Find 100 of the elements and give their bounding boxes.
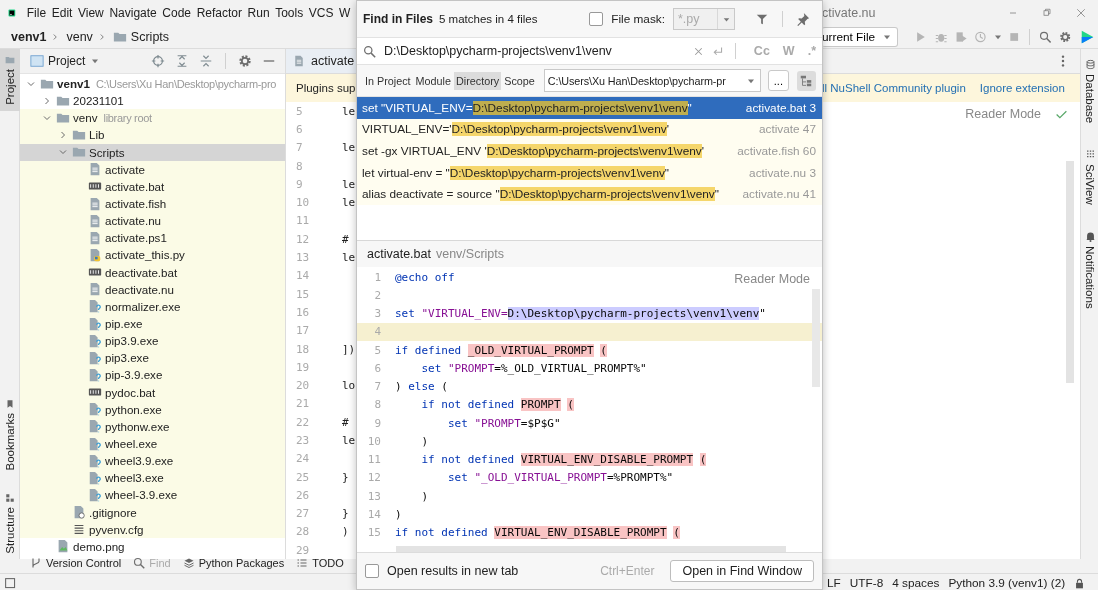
checkbox[interactable] bbox=[589, 12, 604, 26]
menu-item[interactable]: VCS bbox=[308, 6, 334, 20]
tool-window-tab[interactable]: Bookmarks bbox=[0, 393, 20, 477]
match-count: 5 matches in 4 files bbox=[439, 13, 538, 25]
search-icon[interactable] bbox=[1039, 30, 1052, 44]
file-icon bbox=[88, 162, 102, 177]
line-number: 9 bbox=[373, 416, 381, 430]
line-number: 11 bbox=[366, 453, 381, 467]
tool-window-button[interactable]: TODO bbox=[296, 557, 344, 569]
menu-item[interactable]: Code bbox=[162, 6, 192, 20]
coverage-icon[interactable] bbox=[954, 30, 968, 44]
pin-icon[interactable] bbox=[796, 12, 810, 26]
file-name: activate bbox=[105, 162, 145, 176]
panel-title[interactable]: Project bbox=[48, 54, 86, 68]
filter-icon[interactable] bbox=[755, 12, 769, 26]
line-number: 25 bbox=[295, 470, 311, 484]
reader-mode-link[interactable]: Reader Mode bbox=[965, 107, 1041, 121]
collapse-all-icon[interactable] bbox=[199, 54, 213, 68]
status-item[interactable]: 4 spaces bbox=[892, 576, 940, 590]
tree-item[interactable]: pip3.9.exe bbox=[20, 332, 285, 350]
checkbox[interactable] bbox=[365, 564, 379, 578]
run-icon[interactable] bbox=[914, 30, 927, 44]
locate-icon[interactable] bbox=[151, 54, 165, 68]
file-name: Lib bbox=[89, 128, 105, 142]
tree-item[interactable]: venv1 C:\Users\Xu Han\Desktop\pycharm-pro bbox=[20, 75, 285, 93]
scope-tab[interactable]: Scope bbox=[502, 71, 537, 90]
tool-window-button[interactable]: Version Control bbox=[30, 557, 122, 569]
tool-window-tab[interactable]: Structure bbox=[0, 486, 20, 560]
code-line: ]) bbox=[342, 342, 356, 356]
tree-item[interactable]: venv library root bbox=[20, 109, 285, 127]
tree-item[interactable]: wheel3.exe bbox=[20, 469, 285, 487]
tree-item[interactable]: Lib bbox=[20, 126, 285, 144]
menu-item[interactable]: File bbox=[26, 6, 47, 20]
menu-item[interactable]: Navigate bbox=[109, 6, 157, 20]
notice-link[interactable]: Ignore extension bbox=[979, 82, 1065, 94]
restore-icon[interactable] bbox=[1041, 7, 1053, 19]
browse-button[interactable]: ... bbox=[768, 70, 789, 91]
tool-window-tab[interactable]: Notifications bbox=[1081, 224, 1098, 315]
scope-tab[interactable]: Module bbox=[413, 71, 454, 90]
menu-item[interactable]: Edit bbox=[51, 6, 73, 20]
expand-all-icon[interactable] bbox=[175, 54, 189, 68]
tool-window-tab[interactable]: SciView bbox=[1081, 143, 1098, 211]
result-row[interactable]: set "VIRTUAL_ENV=D:\Desktop\pycharm-projects\venv1\venv" activate.bat 3 bbox=[357, 97, 822, 119]
breadcrumb-item[interactable]: venv bbox=[66, 30, 93, 44]
menu-item[interactable]: Refactor bbox=[196, 6, 242, 20]
notice-link[interactable]: ll NuShell Community plugin bbox=[822, 82, 966, 94]
tree-item[interactable]: wheel3.9.exe bbox=[20, 452, 285, 470]
toolbox-logo[interactable] bbox=[1079, 29, 1094, 45]
settings-icon[interactable] bbox=[1059, 30, 1072, 44]
file-name: pip3.9.exe bbox=[105, 334, 159, 348]
tree-item[interactable]: pip3.exe bbox=[20, 349, 285, 367]
breadcrumb-item[interactable]: Scripts bbox=[130, 30, 170, 44]
breadcrumb-item[interactable]: venv1 bbox=[11, 30, 47, 44]
search-icon[interactable] bbox=[363, 44, 376, 58]
status-item[interactable]: UTF-8 bbox=[849, 576, 884, 590]
file-name: activate_this.py bbox=[105, 248, 185, 262]
scrollbar[interactable] bbox=[812, 289, 820, 387]
scrollbar[interactable] bbox=[396, 546, 786, 552]
run-configuration-dropdown[interactable]: urrent File bbox=[822, 27, 899, 47]
tree-item[interactable]: activate_this.py bbox=[20, 246, 285, 264]
menu-item[interactable]: View bbox=[78, 6, 104, 20]
recursive-toggle[interactable] bbox=[796, 70, 816, 91]
line-number: 28 bbox=[295, 525, 311, 539]
line-number: 12 bbox=[295, 232, 311, 246]
tree-item[interactable]: activate.ps1 bbox=[20, 229, 285, 247]
tree-item[interactable]: activate.nu bbox=[20, 212, 285, 230]
settings-icon[interactable] bbox=[238, 54, 252, 68]
tree-item[interactable]: wheel-3.9.exe bbox=[20, 486, 285, 504]
file-name: pyvenv.cfg bbox=[89, 522, 144, 536]
scope-tab[interactable]: Directory bbox=[454, 71, 502, 90]
tool-window-tab[interactable]: Project bbox=[0, 49, 20, 111]
editor-tab[interactable]: activate bbox=[286, 49, 356, 73]
reader-mode-link[interactable]: Reader Mode bbox=[734, 272, 810, 286]
scope-tab[interactable]: In Project bbox=[363, 71, 413, 90]
result-row[interactable]: VIRTUAL_ENV='D:\Desktop\pycharm-projects\venv1\venv' activate 47 bbox=[357, 118, 822, 141]
code-line: # bbox=[342, 232, 349, 246]
window-title: ctivate.nu bbox=[822, 6, 876, 20]
tool-window-button[interactable]: Python Packages bbox=[182, 557, 285, 569]
close-icon[interactable] bbox=[1075, 7, 1087, 19]
clock-icon[interactable] bbox=[975, 30, 988, 44]
status-item[interactable]: Python 3.9 (venv1) (2) bbox=[948, 576, 1066, 590]
menu-item[interactable]: Tools bbox=[275, 6, 304, 20]
menu-item[interactable]: Run bbox=[247, 6, 270, 20]
directory-field[interactable]: C:\Users\Xu Han\Desktop\pycharm-pr bbox=[543, 69, 762, 92]
open-in-find-window-button[interactable]: Open in Find Window bbox=[670, 560, 814, 582]
status-item[interactable]: LF bbox=[827, 576, 841, 590]
tree-item[interactable]: 20231101 bbox=[20, 92, 285, 110]
file-name: wheel-3.9.exe bbox=[105, 488, 178, 502]
tree-item[interactable]: pip-3.9.exe bbox=[20, 366, 285, 384]
panel-toggle-icon[interactable] bbox=[4, 576, 17, 590]
menu-item[interactable]: W bbox=[339, 6, 351, 20]
scrollbar[interactable] bbox=[1066, 161, 1074, 383]
line-number: 23 bbox=[295, 434, 311, 447]
lock-icon[interactable] bbox=[1074, 577, 1086, 589]
file-name: venv1 bbox=[57, 77, 90, 91]
tree-item[interactable]: demo.png bbox=[20, 537, 285, 555]
tool-window-tab[interactable]: Database bbox=[1081, 53, 1098, 130]
stop-icon[interactable] bbox=[1007, 30, 1021, 44]
line-number: 15 bbox=[366, 526, 381, 540]
search-field[interactable]: D:\Desktop\pycharm-projects\venv1\venv bbox=[384, 44, 612, 58]
